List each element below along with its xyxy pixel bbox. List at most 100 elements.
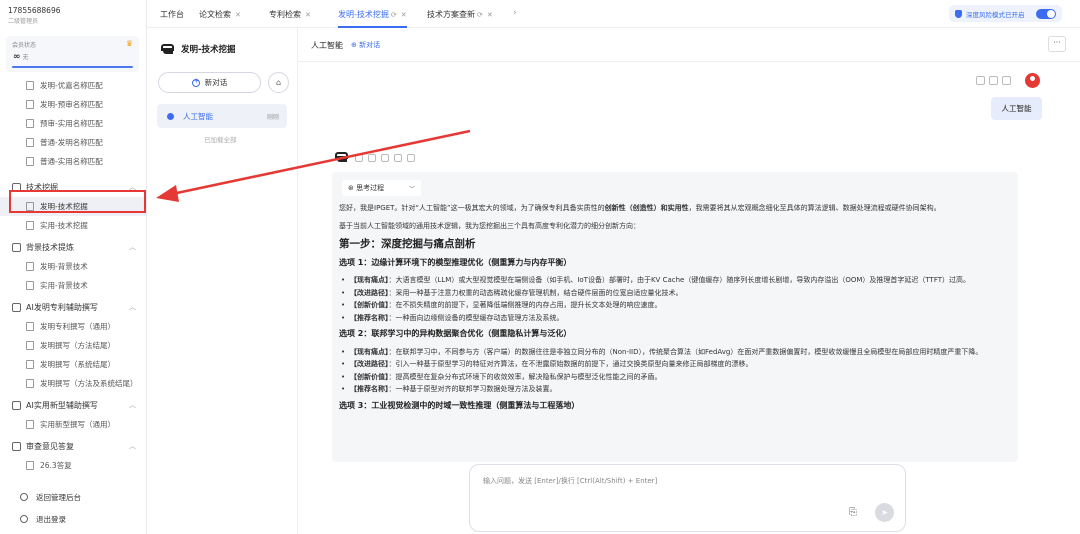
send-button[interactable]: ➤ [875, 503, 894, 522]
tab-patent-search[interactable]: 专利检索 ✕ [269, 9, 311, 20]
toggle-switch[interactable] [1036, 9, 1056, 19]
list-item: 【创新价值】：提高模型在复杂分布式环境下的收敛效率，解决隐私保护与模型泛化性能之… [339, 372, 1013, 383]
menu-item-utility-mining[interactable]: 实用-技术挖掘 [0, 216, 146, 235]
menu-item-label: 普通-实用名称匹配 [40, 157, 103, 166]
menu-item[interactable]: 预审-实用名称匹配 [0, 114, 146, 133]
item-value: ：大语言模型（LLM）或大型视觉模型在端侧设备（如手机、IoT设备）部署时，由于… [388, 276, 971, 284]
tab-workbench[interactable]: 工作台 [160, 9, 184, 20]
new-chat-button[interactable]: 新对话 [158, 72, 261, 93]
menu-group-review[interactable]: 审查意见答复 ︿ [0, 436, 146, 456]
item-value: ：引入一种基于原型学习的特征对齐算法，在不泄露原始数据的前提下，通过交换类原型向… [388, 360, 753, 368]
attachment-icon[interactable]: ⎘ [849, 507, 857, 518]
close-icon[interactable]: ✕ [401, 11, 407, 19]
close-icon[interactable]: ✕ [487, 11, 493, 19]
menu-item[interactable]: 发明专利撰写（通用） [0, 317, 146, 336]
item-key: 【改进路径】 [350, 288, 389, 297]
more-icon[interactable]: ··· [1048, 36, 1066, 52]
thumbs-down-icon[interactable] [407, 153, 415, 162]
menu-group-ai-invention[interactable]: AI发明专利辅助撰写 ︿ [0, 297, 146, 317]
delete-icon[interactable] [1002, 76, 1011, 85]
header-new-chat-label: 新对话 [359, 41, 381, 49]
option-heading: 选项 2：联邦学习中的异构数据聚合优化（侧重隐私计算与泛化） [339, 329, 572, 338]
menu-item-label: 实用新型撰写（通用） [40, 420, 115, 429]
menu-item-label: 发明撰写（方法及系统结尾） [40, 379, 138, 388]
bulb-icon [26, 461, 34, 470]
list-item: 【创新价值】：在不损失精度的前提下，显著降低端侧推理的内存占用，提升长文本处理的… [339, 300, 1013, 311]
sidebar-bottom: 返回管理后台 退出登录 [0, 486, 146, 530]
copy-icon[interactable] [355, 153, 363, 162]
home-icon[interactable]: ⌂ [268, 72, 289, 93]
item-key: 【推荐名称】 [350, 385, 389, 393]
user-role: 二级管理员 [8, 18, 39, 25]
close-icon[interactable]: ✕ [235, 11, 241, 19]
thumbs-up-icon[interactable] [394, 153, 402, 162]
menu-item-label: 发明专利撰写（通用） [40, 322, 115, 331]
logo-icon [335, 152, 349, 163]
think-icon: ⊛ [348, 184, 357, 192]
header-new-chat-button[interactable]: ⊕ 新对话 [351, 40, 380, 50]
menu-item[interactable]: 实用-背景技术 [0, 276, 146, 295]
menu-item-label: 发明撰写（方法结尾） [40, 341, 115, 350]
answer-intro: 您好，我是IPGET。针对“人工智能”这一极其宏大的领域，为了确保专利具备实质性… [339, 203, 1013, 214]
tab-label: 发明-技术挖掘 [338, 10, 389, 19]
menu-item[interactable]: 26.3答复 [0, 456, 146, 475]
conversation-item[interactable]: 人工智能 刚刚 [157, 104, 287, 128]
step-heading: 第一步：深度挖掘与痛点剖析 [339, 238, 476, 250]
document-icon [26, 138, 34, 147]
intro-end: ，我需要将其从宏观概念细化至具体的算法逻辑、数据处理流程或硬件协同架构。 [688, 204, 941, 212]
grid-icon [12, 242, 21, 252]
plus-icon [191, 77, 200, 87]
menu-item[interactable]: 普通-发明名称匹配 [0, 133, 146, 152]
menu-group-ai-utility[interactable]: AI实用新型辅助撰写 ︿ [0, 395, 146, 415]
avatar [1025, 73, 1040, 88]
menu-item-label: 实用-背景技术 [40, 281, 88, 290]
option-list: 【现有痛点】：在联邦学习中，不同参与方（客户端）的数据往往是非独立同分布的（No… [339, 347, 1013, 395]
menu-item[interactable]: 发明-优嘉名称匹配 [0, 76, 146, 95]
logout-icon [20, 515, 28, 523]
chevron-right-icon[interactable]: › [513, 8, 517, 18]
user-message-actions [976, 76, 1015, 85]
member-quota-text: 无 [22, 54, 29, 61]
tab-label: 专利检索 [269, 10, 301, 19]
item-key: 【改进路径】 [350, 360, 389, 368]
option-heading: 选项 1：边缘计算环境下的模型推理优化（侧重算力与内存平衡） [339, 257, 572, 267]
deep-mode-toggle[interactable]: 深度风险模式已开启 [949, 5, 1062, 22]
copy-icon[interactable] [976, 76, 985, 85]
menu-item[interactable]: 实用新型撰写（通用） [0, 415, 146, 434]
item-key: 【现有痛点】 [350, 347, 389, 356]
option-list: 【现有痛点】：大语言模型（LLM）或大型视觉模型在端侧设备（如手机、IoT设备）… [339, 275, 1013, 323]
menu-item[interactable]: 普通-实用名称匹配 [0, 152, 146, 171]
infinity-icon: ∞ [13, 52, 21, 62]
edit-icon[interactable] [989, 76, 998, 85]
member-quota: ∞ 无 [13, 52, 29, 62]
close-icon[interactable]: ✕ [305, 11, 311, 19]
menu-item[interactable]: 发明撰写（方法及系统结尾） [0, 374, 146, 393]
brand-title: 发明-技术挖掘 [181, 45, 236, 55]
tab-label: 论文检索 [199, 10, 231, 19]
member-label: 会员状态 [12, 42, 37, 49]
menu-item[interactable]: 发明撰写（方法结尾） [0, 336, 146, 355]
menu-item[interactable]: 发明-预审名称匹配 [0, 95, 146, 114]
document-icon [26, 157, 34, 166]
tab-paper-search[interactable]: 论文检索 ✕ [199, 9, 241, 20]
chat-input-box[interactable]: 输入问题，发送 [Enter]/换行 [Ctrl(Alt/Shift) + En… [469, 464, 906, 532]
think-process-toggle[interactable]: ⊛ 思考过程 ﹀ [342, 180, 421, 196]
speaker-icon[interactable] [381, 153, 389, 162]
list-item: 【推荐名称】：一种面向边缘侧设备的模型缓存动态管理方法及系统。 [339, 313, 1013, 324]
chevron-up-icon: ︿ [129, 442, 136, 450]
tab-label: 工作台 [160, 10, 184, 19]
menu-item[interactable]: 发明-背景技术 [0, 257, 146, 276]
back-to-admin-link[interactable]: 返回管理后台 [0, 486, 146, 508]
refresh-icon[interactable]: ⟳ [391, 11, 397, 19]
refresh-icon[interactable] [368, 153, 376, 162]
menu-group-background[interactable]: 背景技术提炼 ︿ [0, 237, 146, 257]
tab-novelty-check[interactable]: 技术方案查新 ⟳ ✕ [427, 9, 493, 20]
tab-invention-mining[interactable]: 发明-技术挖掘 ⟳ ✕ [338, 9, 407, 28]
user-message: 人工智能 [991, 97, 1042, 120]
menu-group-label: 背景技术提炼 [26, 242, 74, 252]
refresh-icon[interactable]: ⟳ [477, 11, 483, 19]
menu-item-label: 发明-背景技术 [40, 262, 88, 271]
logout-link[interactable]: 退出登录 [0, 508, 146, 530]
user-phone: 17855688696 [8, 6, 61, 15]
menu-item[interactable]: 发明撰写（系统结尾） [0, 355, 146, 374]
